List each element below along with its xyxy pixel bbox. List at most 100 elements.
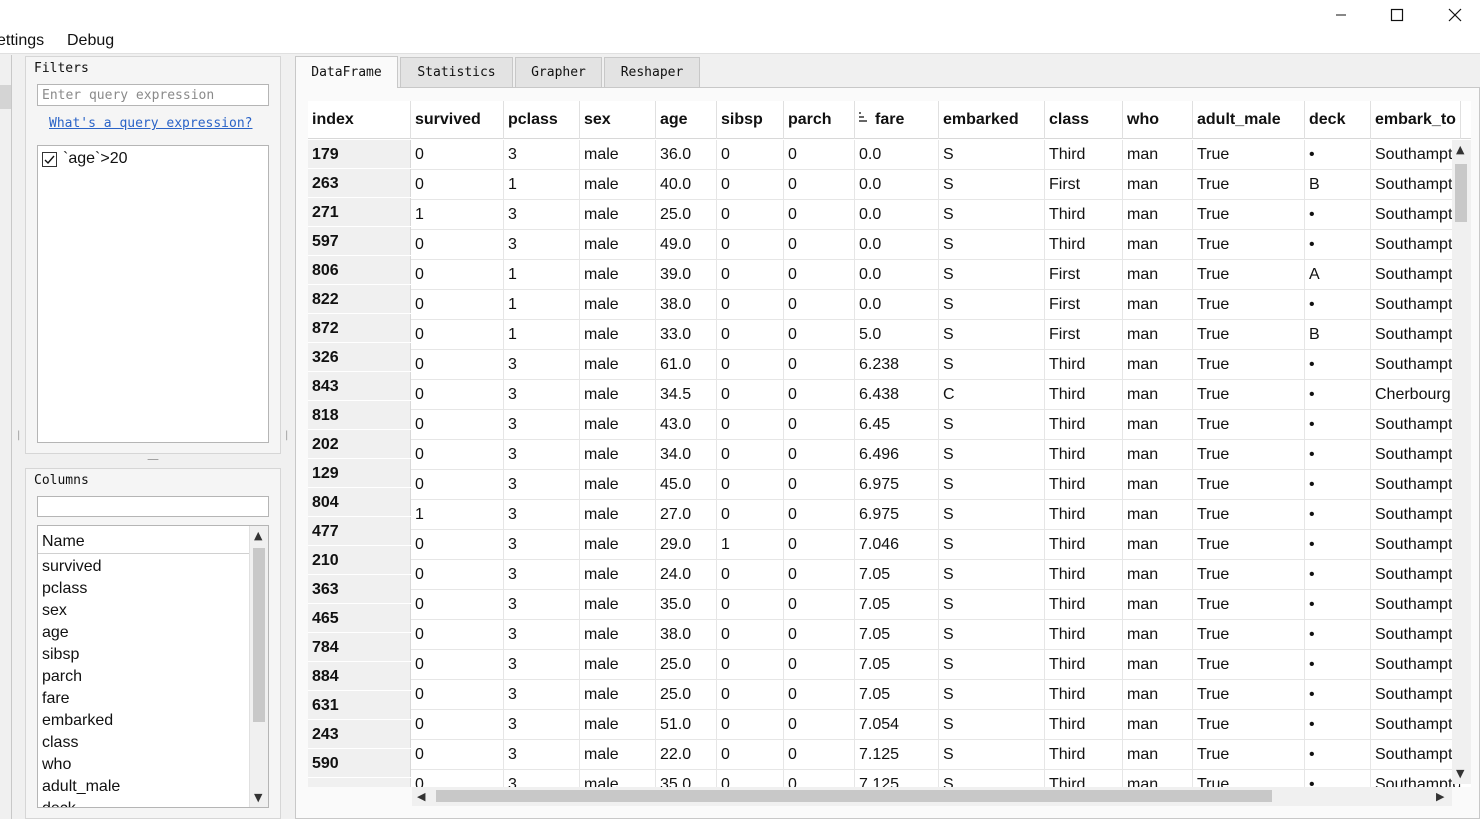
table-cell[interactable]: First xyxy=(1045,260,1123,290)
table-cell[interactable]: Southampton xyxy=(1371,530,1461,560)
table-cell[interactable]: man xyxy=(1123,140,1193,170)
table-cell[interactable]: Southampton xyxy=(1371,470,1461,500)
table-cell[interactable]: S xyxy=(939,230,1045,260)
table-cell[interactable]: 3 xyxy=(504,350,580,380)
table-cell[interactable]: True xyxy=(1193,140,1305,170)
table-cell[interactable]: 0 xyxy=(717,440,784,470)
table-cell[interactable]: 0 xyxy=(784,140,855,170)
column-header-pclass[interactable]: pclass xyxy=(504,101,580,139)
table-cell[interactable]: 3 xyxy=(504,230,580,260)
row-index-cell[interactable]: 179 xyxy=(308,140,411,169)
table-cell[interactable]: 0 xyxy=(717,350,784,380)
table-cell[interactable]: male xyxy=(580,230,656,260)
table-cell[interactable]: 0.0 xyxy=(855,140,939,170)
table-cell[interactable]: 43.0 xyxy=(656,410,717,440)
table-cell[interactable]: True xyxy=(1193,170,1305,200)
table-cell[interactable]: First xyxy=(1045,170,1123,200)
row-index-cell[interactable]: 631 xyxy=(308,691,411,720)
table-cell[interactable]: Southampton xyxy=(1371,410,1461,440)
column-list-item[interactable]: deck xyxy=(42,798,76,807)
table-cell[interactable]: 0.0 xyxy=(855,200,939,230)
table-cell[interactable]: 0 xyxy=(411,560,504,590)
table-cell[interactable]: 0 xyxy=(784,170,855,200)
table-cell[interactable]: man xyxy=(1123,590,1193,620)
table-row[interactable]: 0 3 male 25.0 0 0 7.05 S Third man True • Southampto… xyxy=(411,680,1471,710)
table-cell[interactable]: male xyxy=(580,260,656,290)
table-cell[interactable]: 1 xyxy=(717,530,784,560)
column-list-item[interactable]: fare xyxy=(42,688,70,710)
table-cell[interactable]: 6.975 xyxy=(855,470,939,500)
table-cell[interactable]: male xyxy=(580,350,656,380)
table-row[interactable]: 0 3 male 34.5 0 0 6.438 C Third man True • Cherbourg xyxy=(411,380,1471,410)
table-cell[interactable]: 0 xyxy=(411,380,504,410)
table-cell[interactable]: S xyxy=(939,680,1045,710)
table-cell[interactable]: S xyxy=(939,590,1045,620)
table-cell[interactable]: Third xyxy=(1045,620,1123,650)
table-cell[interactable]: True xyxy=(1193,560,1305,590)
table-cell[interactable]: man xyxy=(1123,740,1193,770)
table-cell[interactable]: Third xyxy=(1045,470,1123,500)
table-cell[interactable]: male xyxy=(580,290,656,320)
table-cell[interactable]: 35.0 xyxy=(656,770,717,787)
table-cell[interactable]: 0 xyxy=(784,260,855,290)
table-cell[interactable]: 3 xyxy=(504,530,580,560)
table-cell[interactable]: man xyxy=(1123,290,1193,320)
table-cell[interactable]: male xyxy=(580,470,656,500)
table-cell[interactable]: 0.0 xyxy=(855,260,939,290)
table-cell[interactable]: First xyxy=(1045,320,1123,350)
table-cell[interactable]: 0 xyxy=(717,710,784,740)
table-cell[interactable]: 3 xyxy=(504,200,580,230)
table-cell[interactable]: Southampton xyxy=(1371,620,1461,650)
table-row[interactable]: 1 3 male 25.0 0 0 0.0 S Third man True • Southampton xyxy=(411,200,1471,230)
table-cell[interactable]: • xyxy=(1305,710,1371,740)
column-header-survived[interactable]: survived xyxy=(411,101,504,139)
table-cell[interactable]: True xyxy=(1193,710,1305,740)
table-cell[interactable]: 22.0 xyxy=(656,740,717,770)
scroll-down-arrow-icon[interactable]: ▼ xyxy=(1456,768,1464,779)
table-cell[interactable]: male xyxy=(580,770,656,787)
table-cell[interactable]: True xyxy=(1193,620,1305,650)
table-cell[interactable]: 0 xyxy=(411,530,504,560)
table-cell[interactable]: 7.05 xyxy=(855,620,939,650)
column-header-adult-male[interactable]: adult_male xyxy=(1193,101,1305,139)
table-row[interactable]: 0 3 male 24.0 0 0 7.05 S Third man True • Southampto… xyxy=(411,560,1471,590)
table-cell[interactable]: S xyxy=(939,770,1045,787)
row-index-cell[interactable]: 326 xyxy=(308,343,411,372)
table-cell[interactable]: S xyxy=(939,350,1045,380)
table-row[interactable]: 0 3 male 61.0 0 0 6.238 S Third man True • Southampt… xyxy=(411,350,1471,380)
table-cell[interactable]: 36.0 xyxy=(656,140,717,170)
table-cell[interactable]: • xyxy=(1305,560,1371,590)
table-cell[interactable]: S xyxy=(939,320,1045,350)
row-index-cell[interactable]: 843 xyxy=(308,372,411,401)
table-cell[interactable]: male xyxy=(580,680,656,710)
table-cell[interactable]: man xyxy=(1123,530,1193,560)
table-cell[interactable]: man xyxy=(1123,560,1193,590)
table-cell[interactable]: 3 xyxy=(504,500,580,530)
table-cell[interactable]: • xyxy=(1305,500,1371,530)
row-index-cell[interactable]: 210 xyxy=(308,546,411,575)
table-cell[interactable]: 39.0 xyxy=(656,260,717,290)
table-cell[interactable]: man xyxy=(1123,770,1193,787)
table-cell[interactable]: 34.5 xyxy=(656,380,717,410)
columns-scroll-thumb[interactable] xyxy=(253,548,265,722)
row-index-cell[interactable]: 590 xyxy=(308,749,411,778)
table-cell[interactable]: True xyxy=(1193,380,1305,410)
table-cell[interactable]: Southampton xyxy=(1371,650,1461,680)
table-cell[interactable]: True xyxy=(1193,260,1305,290)
table-cell[interactable]: 3 xyxy=(504,650,580,680)
column-list-item[interactable]: survived xyxy=(42,556,102,578)
table-cell[interactable]: Southampton xyxy=(1371,680,1461,710)
row-index-cell[interactable]: 243 xyxy=(308,720,411,749)
table-cell[interactable]: Southampton xyxy=(1371,350,1461,380)
table-cell[interactable]: S xyxy=(939,740,1045,770)
table-cell[interactable]: 0 xyxy=(784,290,855,320)
table-cell[interactable]: 6.238 xyxy=(855,350,939,380)
table-cell[interactable]: 0 xyxy=(411,410,504,440)
grid-horizontal-scrollbar[interactable]: ◀ ▶ xyxy=(412,787,1452,806)
table-cell[interactable]: 38.0 xyxy=(656,290,717,320)
table-cell[interactable]: 0 xyxy=(784,470,855,500)
scroll-up-arrow-icon[interactable]: ▲ xyxy=(254,530,262,541)
grid-vscroll-thumb[interactable] xyxy=(1455,164,1467,222)
table-cell[interactable]: Southampton xyxy=(1371,140,1461,170)
table-cell[interactable]: Third xyxy=(1045,530,1123,560)
